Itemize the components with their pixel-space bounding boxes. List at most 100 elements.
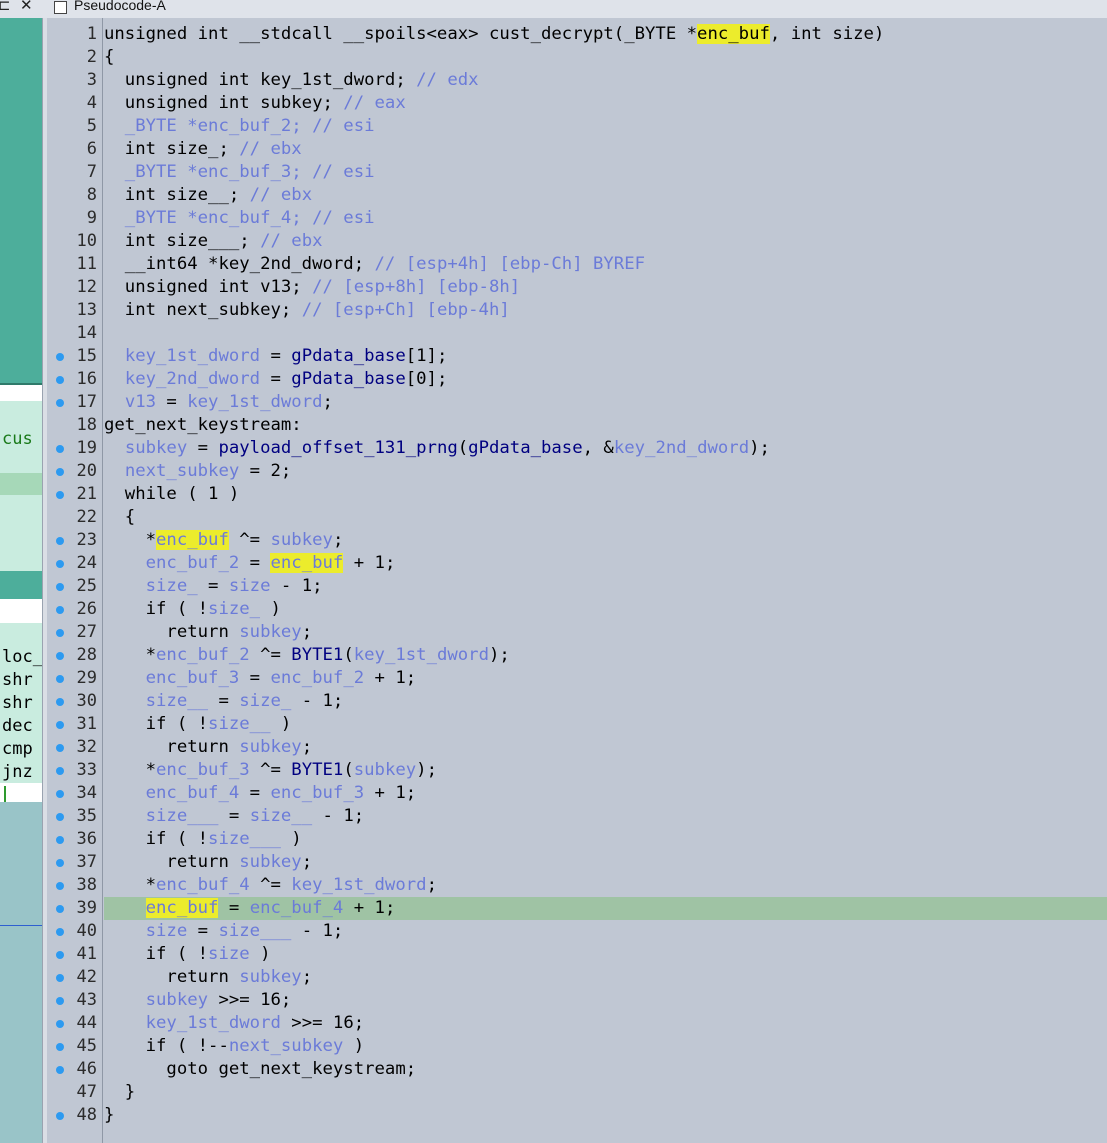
breakpoint-dot-icon[interactable]: [56, 744, 64, 752]
code-line[interactable]: _BYTE *enc_buf_2; // esi: [104, 115, 1107, 138]
code-line[interactable]: while ( 1 ): [104, 483, 1107, 506]
code-token: (: [343, 645, 354, 665]
code-line[interactable]: if ( !size_ ): [104, 598, 1107, 621]
code-line[interactable]: unsigned int v13; // [esp+8h] [ebp-8h]: [104, 276, 1107, 299]
breakpoint-dot-icon[interactable]: [56, 1066, 64, 1074]
code-line[interactable]: subkey = payload_offset_131_prng(gPdata_…: [104, 437, 1107, 460]
code-line[interactable]: {: [104, 46, 1107, 69]
code-line[interactable]: key_1st_dword = gPdata_base[1];: [104, 345, 1107, 368]
breakpoint-dot-icon[interactable]: [56, 721, 64, 729]
breakpoint-dot-icon[interactable]: [56, 905, 64, 913]
code-line[interactable]: if ( !--next_subkey ): [104, 1035, 1107, 1058]
code-line[interactable]: _BYTE *enc_buf_4; // esi: [104, 207, 1107, 230]
code-line[interactable]: key_1st_dword >>= 16;: [104, 1012, 1107, 1035]
code-token: if ( !: [104, 714, 209, 734]
code-line[interactable]: if ( !size___ ): [104, 828, 1107, 851]
code-line[interactable]: __int64 *key_2nd_dword; // [esp+4h] [ebp…: [104, 253, 1107, 276]
code-line[interactable]: return subkey;: [104, 851, 1107, 874]
code-line[interactable]: size_ = size - 1;: [104, 575, 1107, 598]
breakpoint-dot-icon[interactable]: [56, 445, 64, 453]
breakpoint-dot-icon[interactable]: [56, 698, 64, 706]
code-line[interactable]: next_subkey = 2;: [104, 460, 1107, 483]
code-line-current[interactable]: enc_buf = enc_buf_4 + 1;: [104, 897, 1107, 920]
code-line[interactable]: [104, 322, 1107, 345]
code-line[interactable]: *enc_buf_2 ^= BYTE1(key_1st_dword);: [104, 644, 1107, 667]
code-line[interactable]: subkey >>= 16;: [104, 989, 1107, 1012]
code-line[interactable]: *enc_buf_3 ^= BYTE1(subkey);: [104, 759, 1107, 782]
code-token: key_2nd_dword: [613, 438, 750, 458]
breakpoint-dot-icon[interactable]: [56, 376, 64, 384]
breakpoint-dot-icon[interactable]: [56, 836, 64, 844]
code-line[interactable]: int size__; // ebx: [104, 184, 1107, 207]
breakpoint-dot-icon[interactable]: [56, 399, 64, 407]
code-line[interactable]: int size___; // ebx: [104, 230, 1107, 253]
restore-icon[interactable]: ⊏: [0, 0, 11, 14]
line-number: 37: [76, 852, 97, 872]
breakpoint-dot-icon[interactable]: [56, 882, 64, 890]
breakpoint-dot-icon[interactable]: [56, 560, 64, 568]
code-line[interactable]: if ( !size__ ): [104, 713, 1107, 736]
breakpoint-dot-icon[interactable]: [56, 652, 64, 660]
breakpoint-dot-icon[interactable]: [56, 997, 64, 1005]
breakpoint-dot-icon[interactable]: [56, 583, 64, 591]
breakpoint-dot-icon[interactable]: [56, 353, 64, 361]
code-line[interactable]: unsigned int __stdcall __spoils<eax> cus…: [104, 23, 1107, 46]
code-token: ^=: [228, 530, 271, 550]
code-line[interactable]: if ( !size ): [104, 943, 1107, 966]
code-line[interactable]: *enc_buf_4 ^= key_1st_dword;: [104, 874, 1107, 897]
gutter-row: 38: [47, 874, 102, 897]
gutter-row: 48: [47, 1104, 102, 1127]
code-line[interactable]: }: [104, 1104, 1107, 1127]
code-line[interactable]: goto get_next_keystream;: [104, 1058, 1107, 1081]
code-line[interactable]: }: [104, 1081, 1107, 1104]
code-line[interactable]: return subkey;: [104, 966, 1107, 989]
code-line[interactable]: v13 = key_1st_dword;: [104, 391, 1107, 414]
breakpoint-dot-icon[interactable]: [56, 491, 64, 499]
code-line[interactable]: key_2nd_dword = gPdata_base[0];: [104, 368, 1107, 391]
tab-pseudocode[interactable]: Pseudocode-A: [74, 0, 166, 13]
code-line[interactable]: int next_subkey; // [esp+Ch] [ebp-4h]: [104, 299, 1107, 322]
code-line[interactable]: *enc_buf ^= subkey;: [104, 529, 1107, 552]
code-token: ): [249, 944, 271, 964]
code-line[interactable]: size__ = size_ - 1;: [104, 690, 1107, 713]
breakpoint-dot-icon[interactable]: [56, 1043, 64, 1051]
breakpoint-dot-icon[interactable]: [56, 537, 64, 545]
close-icon[interactable]: ✕: [20, 0, 33, 14]
pseudocode-view[interactable]: 1 2 3 4 5 6 7 8 9 10 11 12 13 14 15 16 17 18 19 20 21 22 23 24 2…: [47, 18, 1107, 1143]
code-token: + 1;: [364, 668, 417, 688]
code-line[interactable]: unsigned int key_1st_dword; // edx: [104, 69, 1107, 92]
breakpoint-dot-icon[interactable]: [56, 767, 64, 775]
code-token: // [esp+8h] [ebp-8h]: [312, 277, 521, 297]
breakpoint-dot-icon[interactable]: [56, 859, 64, 867]
gutter-row: 36: [47, 828, 102, 851]
breakpoint-dot-icon[interactable]: [56, 468, 64, 476]
code-line[interactable]: return subkey;: [104, 621, 1107, 644]
asm-dec: dec: [2, 716, 33, 736]
code-line[interactable]: size___ = size__ - 1;: [104, 805, 1107, 828]
breakpoint-dot-icon[interactable]: [56, 790, 64, 798]
code-line[interactable]: enc_buf_3 = enc_buf_2 + 1;: [104, 667, 1107, 690]
breakpoint-dot-icon[interactable]: [56, 1020, 64, 1028]
code-token: - 1;: [291, 691, 344, 711]
breakpoint-dot-icon[interactable]: [56, 675, 64, 683]
code-line[interactable]: enc_buf_2 = enc_buf + 1;: [104, 552, 1107, 575]
asm-shr-2: shr: [2, 693, 33, 713]
code-line[interactable]: size = size___ - 1;: [104, 920, 1107, 943]
breakpoint-dot-icon[interactable]: [56, 951, 64, 959]
breakpoint-dot-icon[interactable]: [56, 629, 64, 637]
breakpoint-dot-icon[interactable]: [56, 928, 64, 936]
code-token: enc_buf_4: [156, 875, 250, 895]
code-line[interactable]: int size_; // ebx: [104, 138, 1107, 161]
code-token: int size__;: [104, 185, 250, 205]
breakpoint-dot-icon[interactable]: [56, 974, 64, 982]
code-line[interactable]: {: [104, 506, 1107, 529]
breakpoint-dot-icon[interactable]: [56, 813, 64, 821]
code-line[interactable]: return subkey;: [104, 736, 1107, 759]
breakpoint-dot-icon[interactable]: [56, 606, 64, 614]
breakpoint-dot-icon[interactable]: [56, 1112, 64, 1120]
code-line[interactable]: get_next_keystream:: [104, 414, 1107, 437]
code-line[interactable]: _BYTE *enc_buf_3; // esi: [104, 161, 1107, 184]
code-line[interactable]: unsigned int subkey; // eax: [104, 92, 1107, 115]
code-line[interactable]: enc_buf_4 = enc_buf_3 + 1;: [104, 782, 1107, 805]
